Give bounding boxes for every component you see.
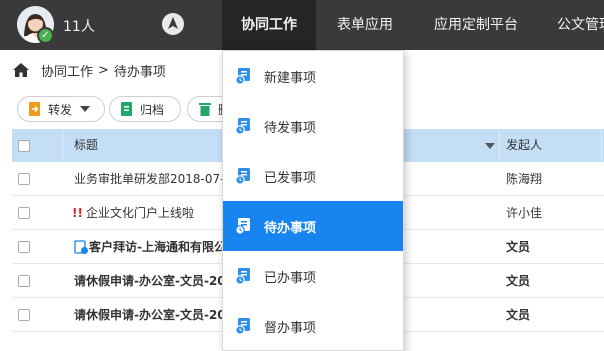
row-checkbox[interactable] (18, 275, 30, 287)
nav-label: 表单应用 (337, 17, 393, 33)
breadcrumb-current: 待办事项 (113, 64, 166, 80)
nav-label: 公文管理 (557, 17, 604, 33)
online-check-icon: ✓ (37, 27, 54, 44)
row-checkbox[interactable] (18, 207, 30, 219)
menu-item-label: 待发事项 (264, 120, 317, 136)
row-sender: 文员 (506, 308, 531, 322)
breadcrumb-separator: > (98, 62, 109, 78)
menu-item-label: 新建事项 (264, 70, 317, 86)
menu-item-label: 待办事项 (264, 220, 317, 236)
row-title[interactable]: 业务审批单研发部2018-07- (74, 162, 224, 196)
menu-item-draft[interactable]: 待发事项 (223, 101, 403, 151)
sort-down-icon[interactable] (485, 143, 495, 149)
column-divider (601, 129, 602, 162)
row-sender: 文员 (506, 240, 531, 254)
archive-icon (121, 102, 132, 116)
collaboration-dropdown-menu: 新建事项 待发事项 已发事项 待办事项 已办事项 督办事项 (222, 50, 404, 351)
urgent-mark: !! (72, 206, 83, 220)
archive-label: 归档 (140, 102, 165, 117)
draft-item-icon (235, 118, 250, 135)
sent-item-icon (235, 168, 250, 185)
column-header-title[interactable]: 标题 (74, 129, 98, 162)
nav-form-apps[interactable]: 表单应用 (337, 0, 393, 50)
home-icon[interactable] (12, 62, 30, 78)
online-user-count[interactable]: 11人 (63, 16, 95, 36)
menu-item-pending[interactable]: 待办事项 (223, 201, 403, 251)
form-icon (74, 240, 88, 254)
row-checkbox[interactable] (18, 173, 30, 185)
new-item-icon (235, 68, 250, 85)
nav-label: 应用定制平台 (434, 17, 518, 33)
row-sender: 许小佳 (506, 206, 543, 220)
select-all-checkbox[interactable] (18, 140, 30, 152)
top-nav-bar: ✓ 11人 协同工作 表单应用 应用定制平台 公文管理 (0, 0, 604, 50)
menu-item-label: 已发事项 (264, 170, 317, 186)
row-title[interactable]: 请休假申请-办公室-文员-20 (74, 264, 224, 298)
row-sender: 文员 (506, 274, 531, 288)
menu-item-label: 已办事项 (264, 270, 317, 286)
menu-item-supervise[interactable]: 督办事项 (223, 301, 403, 351)
app-logo-icon[interactable] (162, 13, 184, 35)
nav-app-platform[interactable]: 应用定制平台 (434, 0, 518, 50)
chevron-down-icon (80, 106, 91, 112)
done-item-icon (235, 268, 250, 285)
pending-item-icon (235, 218, 250, 235)
column-divider (499, 129, 500, 162)
row-title[interactable]: 客户拜访-上海通和有限公 (89, 230, 224, 264)
forward-icon (29, 102, 40, 116)
row-checkbox[interactable] (18, 309, 30, 321)
menu-item-done[interactable]: 已办事项 (223, 251, 403, 301)
column-divider (62, 129, 63, 162)
nav-label: 协同工作 (241, 17, 297, 33)
row-checkbox[interactable] (18, 241, 30, 253)
supervise-item-icon (235, 318, 250, 335)
trash-icon (199, 103, 211, 116)
row-title[interactable]: 请休假申请-办公室-文员-20 (74, 298, 224, 332)
nav-document-management[interactable]: 公文管理 (557, 0, 604, 50)
nav-collaboration[interactable]: 协同工作 (222, 0, 316, 50)
archive-button[interactable]: 归档 (109, 96, 181, 122)
forward-label: 转发 (48, 102, 73, 117)
row-sender: 陈海翔 (506, 172, 543, 186)
menu-item-label: 督办事项 (264, 320, 317, 336)
row-title[interactable]: 企业文化门户上线啦 (86, 196, 224, 230)
breadcrumb: 协同工作 > 待办事项 (12, 61, 166, 80)
breadcrumb-root[interactable]: 协同工作 (41, 61, 93, 80)
menu-item-sent[interactable]: 已发事项 (223, 151, 403, 201)
forward-button[interactable]: 转发 (17, 96, 105, 122)
column-header-sender[interactable]: 发起人 (506, 129, 542, 162)
menu-item-new[interactable]: 新建事项 (223, 51, 403, 101)
